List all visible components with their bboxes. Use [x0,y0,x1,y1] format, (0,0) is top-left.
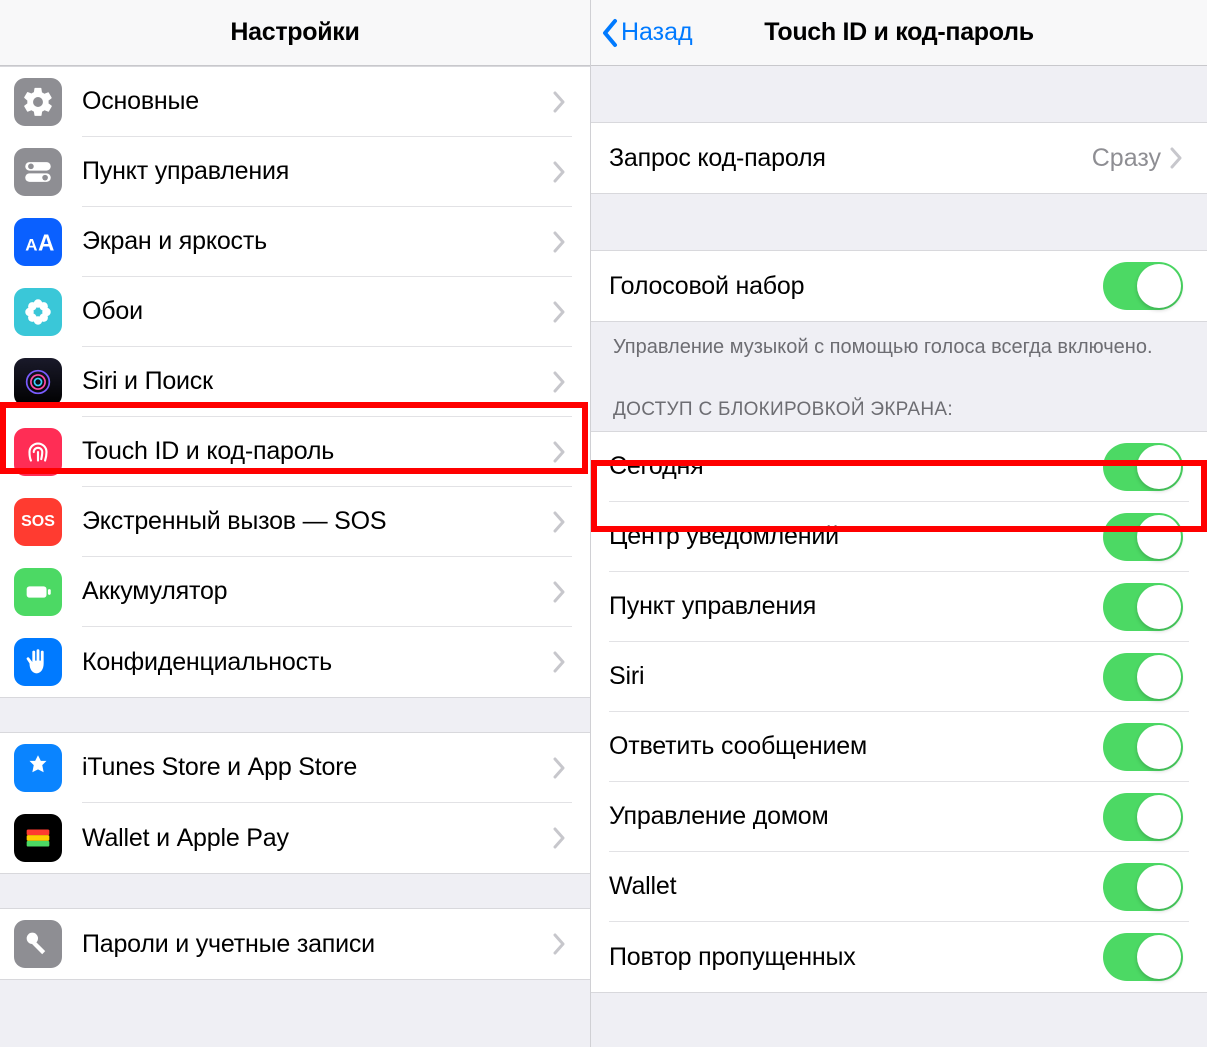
row-label: Повтор пропущенных [609,943,1103,972]
row-label: Siri [609,662,1103,691]
wallet-icon [14,814,62,862]
chevron-right-icon [1169,147,1183,169]
lock-access-header: ДОСТУП С БЛОКИРОВКОЙ ЭКРАНА: [591,377,1207,431]
settings-item-sos[interactable]: SOS Экстренный вызов — SOS [0,487,590,557]
battery-icon [14,568,62,616]
row-voice-dial[interactable]: Голосовой набор [591,251,1207,321]
toggle-siri[interactable] [1103,653,1183,701]
gear-icon [14,78,62,126]
chevron-right-icon [552,91,566,113]
row-label: Wallet [609,872,1103,901]
svg-text:A: A [38,230,54,256]
settings-item-control-center[interactable]: Пункт управления [0,137,590,207]
key-icon [14,920,62,968]
toggle-today[interactable] [1103,443,1183,491]
row-label: Сегодня [609,452,1103,481]
chevron-right-icon [552,757,566,779]
toggle-return-missed[interactable] [1103,933,1183,981]
row-require-passcode[interactable]: Запрос код-пароля Сразу [591,123,1207,193]
chevron-right-icon [552,933,566,955]
touchid-navbar: Назад Touch ID и код-пароль [591,0,1207,66]
row-label: Основные [82,87,552,116]
settings-item-passwords[interactable]: Пароли и учетные записи [0,909,590,979]
settings-scroll[interactable]: Основные Пункт управления AA [0,66,590,1047]
settings-item-wallet[interactable]: Wallet и Apple Pay [0,803,590,873]
sos-icon: SOS [14,498,62,546]
siri-icon [14,358,62,406]
chevron-right-icon [552,581,566,603]
toggle-home-control[interactable] [1103,793,1183,841]
row-label: Пункт управления [609,592,1103,621]
svg-text:A: A [25,236,37,255]
voice-dial-footer: Управление музыкой с помощью голоса всег… [591,322,1207,377]
group-gap [0,874,590,908]
touchid-title: Touch ID и код-пароль [764,18,1034,47]
settings-item-general[interactable]: Основные [0,67,590,137]
lock-access-group: Сегодня Центр уведомлений Пункт управлен… [591,431,1207,993]
row-label: Конфиденциальность [82,648,552,677]
row-label: Wallet и Apple Pay [82,824,552,853]
hand-icon [14,638,62,686]
top-gap [591,66,1207,122]
touchid-scroll[interactable]: Запрос код-пароля Сразу Голосовой набор … [591,66,1207,1047]
chevron-left-icon [601,18,619,48]
row-lock-return-missed[interactable]: Повтор пропущенных [591,922,1207,992]
settings-panel: Настройки Основные Пункт управления [0,0,590,1047]
row-lock-control-center[interactable]: Пункт управления [591,572,1207,642]
row-label: Экран и яркость [82,227,552,256]
chevron-right-icon [552,511,566,533]
row-value: Сразу [1092,144,1161,173]
text-size-icon: AA [14,218,62,266]
row-label: Пароли и учетные записи [82,930,552,959]
row-label: Ответить сообщением [609,732,1103,761]
toggle-voice-dial[interactable] [1103,262,1183,310]
row-lock-siri[interactable]: Siri [591,642,1207,712]
toggle-wallet[interactable] [1103,863,1183,911]
settings-item-siri[interactable]: Siri и Поиск [0,347,590,417]
row-label: Запрос код-пароля [609,144,1092,173]
chevron-right-icon [552,301,566,323]
touchid-panel: Назад Touch ID и код-пароль Запрос код-п… [590,0,1207,1047]
group-gap [0,698,590,732]
row-lock-notifications[interactable]: Центр уведомлений [591,502,1207,572]
fingerprint-icon [14,428,62,476]
toggle-control-center[interactable] [1103,583,1183,631]
gap [591,194,1207,250]
toggle-notifications[interactable] [1103,513,1183,561]
settings-item-itunes[interactable]: iTunes Store и App Store [0,733,590,803]
chevron-right-icon [552,161,566,183]
toggle-reply-message[interactable] [1103,723,1183,771]
row-label: Центр уведомлений [609,522,1103,551]
settings-item-wallpaper[interactable]: Обои [0,277,590,347]
row-label: Siri и Поиск [82,367,552,396]
row-label: Пункт управления [82,157,552,186]
row-label: Обои [82,297,552,326]
settings-item-touchid[interactable]: Touch ID и код-пароль [0,417,590,487]
row-lock-today[interactable]: Сегодня [591,432,1207,502]
chevron-right-icon [552,371,566,393]
chevron-right-icon [552,231,566,253]
row-label: Экстренный вызов — SOS [82,507,552,536]
settings-item-battery[interactable]: Аккумулятор [0,557,590,627]
toggles-icon [14,148,62,196]
settings-title: Настройки [230,18,359,47]
chevron-right-icon [552,651,566,673]
settings-navbar: Настройки [0,0,590,66]
appstore-icon [14,744,62,792]
row-label: iTunes Store и App Store [82,753,552,782]
row-label: Управление домом [609,802,1103,831]
row-label: Голосовой набор [609,272,1103,301]
settings-item-privacy[interactable]: Конфиденциальность [0,627,590,697]
flower-icon [14,288,62,336]
row-label: Аккумулятор [82,577,552,606]
back-label: Назад [621,18,693,47]
settings-item-display[interactable]: AA Экран и яркость [0,207,590,277]
chevron-right-icon [552,441,566,463]
row-lock-reply-message[interactable]: Ответить сообщением [591,712,1207,782]
chevron-right-icon [552,827,566,849]
back-button[interactable]: Назад [601,0,693,65]
row-lock-home-control[interactable]: Управление домом [591,782,1207,852]
row-label: Touch ID и код-пароль [82,437,552,466]
row-lock-wallet[interactable]: Wallet [591,852,1207,922]
